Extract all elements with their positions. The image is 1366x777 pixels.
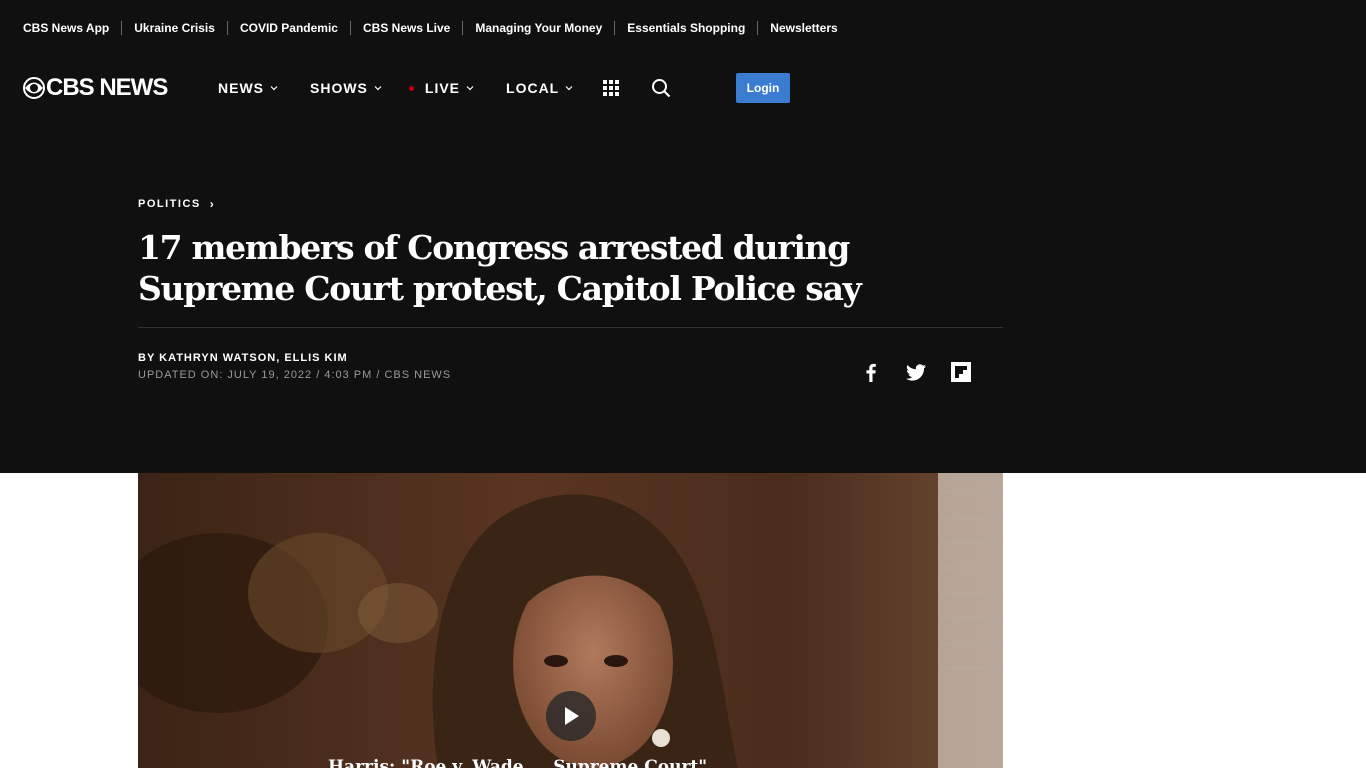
nav-shows-label: SHOWS (310, 80, 368, 96)
link-cbs-news-app[interactable]: CBS News App (23, 21, 109, 35)
facebook-icon[interactable] (860, 361, 882, 383)
byline: BY KATHRYN WATSON, ELLIS KIM (138, 352, 348, 364)
headline-line-1: 17 members of Congress arrested during (138, 228, 850, 267)
play-icon (565, 707, 579, 725)
link-ukraine-crisis[interactable]: Ukraine Crisis (134, 21, 215, 35)
cbs-eye-icon (23, 77, 45, 99)
chevron-right-icon: › (209, 197, 216, 211)
link-essentials-shopping[interactable]: Essentials Shopping (627, 21, 745, 35)
nav-news[interactable]: NEWS (218, 80, 278, 96)
main-nav: NEWS SHOWS LIVE LOCAL (218, 79, 605, 97)
site-header: CBS News App Ukraine Crisis COVID Pandem… (0, 0, 1366, 473)
link-cbs-news-live[interactable]: CBS News Live (363, 21, 450, 35)
flipboard-icon[interactable] (950, 361, 972, 383)
cbs-news-logo[interactable]: CBS NEWS (23, 74, 168, 101)
nav-live-label: LIVE (424, 80, 461, 96)
twitter-icon[interactable] (905, 361, 927, 383)
category-breadcrumb[interactable]: POLITICS › (138, 197, 215, 211)
nav-shows[interactable]: SHOWS (310, 80, 382, 96)
utility-links: CBS News App Ukraine Crisis COVID Pandem… (23, 20, 838, 36)
divider (226, 21, 228, 35)
headline-line-2: Supreme Court protest, Capitol Police sa… (138, 269, 862, 308)
nav-live[interactable]: LIVE (408, 80, 474, 96)
category-label: POLITICS (138, 198, 201, 210)
login-button[interactable]: Login (736, 73, 790, 103)
divider (349, 21, 351, 35)
nav-local-label: LOCAL (506, 80, 560, 96)
link-managing-your-money[interactable]: Managing Your Money (475, 21, 602, 35)
chevron-down-icon (565, 86, 573, 91)
nav-local[interactable]: LOCAL (506, 80, 573, 96)
divider (757, 21, 759, 35)
logo-text: CBS NEWS (46, 74, 168, 101)
play-button[interactable] (546, 691, 596, 741)
divider (138, 327, 1003, 328)
divider (462, 21, 464, 35)
nav-news-label: NEWS (218, 80, 264, 96)
link-newsletters[interactable]: Newsletters (770, 21, 837, 35)
chevron-down-icon (466, 86, 474, 91)
video-caption: Harris: "Roe v. Wade ... Supreme Court" … (328, 757, 731, 777)
divider (121, 21, 123, 35)
dateline: UPDATED ON: JULY 19, 2022 / 4:03 PM / CB… (138, 369, 452, 381)
link-covid-pandemic[interactable]: COVID Pandemic (240, 21, 338, 35)
live-indicator-dot (408, 85, 414, 91)
chevron-down-icon (270, 86, 278, 91)
divider (614, 21, 616, 35)
search-icon[interactable] (651, 78, 671, 98)
chevron-down-icon (374, 86, 382, 91)
grid-icon[interactable] (603, 80, 619, 96)
article-headline: 17 members of Congress arrested during S… (138, 227, 1008, 309)
